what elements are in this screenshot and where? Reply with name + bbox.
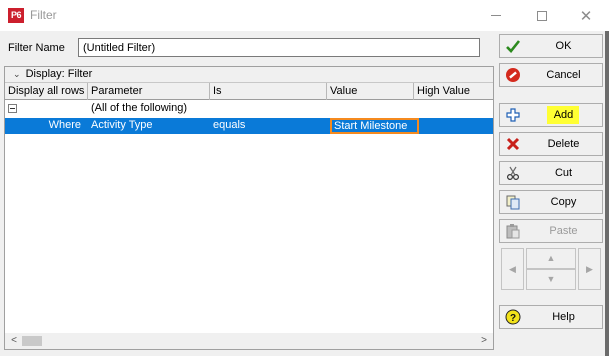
minimize-icon xyxy=(491,15,501,16)
cut-button[interactable]: Cut xyxy=(499,161,603,185)
move-navigation-pad: ◀ ▲ ▼ ▶ xyxy=(499,248,603,292)
ok-label: OK xyxy=(555,40,572,52)
svg-text:?: ? xyxy=(510,313,516,324)
row-parameter[interactable]: Activity Type xyxy=(88,118,210,134)
grid-header: Display all rows Parameter Is Value High… xyxy=(5,83,493,100)
plus-icon xyxy=(505,107,521,123)
copy-label: Copy xyxy=(550,196,577,208)
filter-grid: ⌄ Display: Filter Display all rows Param… xyxy=(4,66,494,350)
display-filter-bar[interactable]: ⌄ Display: Filter xyxy=(5,67,493,83)
add-button[interactable]: Add xyxy=(499,103,603,127)
move-up-icon[interactable]: ▲ xyxy=(526,248,576,269)
close-button[interactable]: ✕ xyxy=(563,0,609,31)
paste-button[interactable]: Paste xyxy=(499,219,603,243)
help-icon: ? xyxy=(505,309,521,325)
chevron-down-icon: ⌄ xyxy=(13,69,21,79)
paste-label: Paste xyxy=(549,225,578,237)
row-display: Where xyxy=(48,119,81,131)
copy-icon xyxy=(505,194,521,210)
paste-icon xyxy=(505,223,521,239)
maximize-icon xyxy=(537,10,547,21)
copy-button[interactable]: Copy xyxy=(499,190,603,214)
checkmark-icon xyxy=(505,38,521,54)
move-left-icon[interactable]: ◀ xyxy=(501,248,524,290)
scroll-thumb[interactable] xyxy=(22,336,42,346)
column-header-is[interactable]: Is xyxy=(210,83,327,100)
horizontal-scrollbar[interactable]: < > xyxy=(5,333,493,349)
row-value-field[interactable]: Start Milestone xyxy=(330,118,419,134)
cut-label: Cut xyxy=(554,167,573,179)
move-down-icon[interactable]: ▼ xyxy=(526,269,576,290)
ok-button[interactable]: OK xyxy=(499,34,603,58)
help-label: Help xyxy=(552,311,575,323)
close-icon: ✕ xyxy=(579,7,593,25)
delete-button[interactable]: Delete xyxy=(499,132,603,156)
collapse-icon[interactable] xyxy=(8,104,17,113)
display-filter-label: Display: Filter xyxy=(25,68,93,80)
table-row-selected[interactable]: Where Activity Type equals Start Milesto… xyxy=(5,118,493,134)
window-title: Filter xyxy=(30,8,57,22)
delete-label: Delete xyxy=(547,138,580,150)
column-header-display[interactable]: Display all rows xyxy=(5,83,88,100)
scroll-right-icon[interactable]: > xyxy=(477,334,491,348)
filter-name-label: Filter Name xyxy=(8,42,65,54)
help-button[interactable]: ? Help xyxy=(499,305,603,329)
title-bar: P6 Filter ✕ xyxy=(0,0,609,31)
window-edge xyxy=(605,31,609,356)
cancel-button[interactable]: Cancel xyxy=(499,63,603,87)
maximize-button[interactable] xyxy=(519,0,565,31)
cancel-label: Cancel xyxy=(546,69,581,81)
column-header-high-value[interactable]: High Value xyxy=(414,83,493,100)
row-parameter: (All of the following) xyxy=(91,102,187,114)
row-is[interactable]: equals xyxy=(210,118,327,134)
filter-name-input[interactable]: (Untitled Filter) xyxy=(78,38,480,57)
scroll-left-icon[interactable]: < xyxy=(7,334,21,348)
minimize-button[interactable] xyxy=(473,0,519,31)
cancel-icon xyxy=(505,67,521,83)
column-header-parameter[interactable]: Parameter xyxy=(88,83,210,100)
add-label: Add xyxy=(553,109,574,121)
delete-x-icon xyxy=(505,136,521,152)
scissors-icon xyxy=(505,165,521,181)
table-row[interactable]: (All of the following) xyxy=(5,101,493,117)
move-right-icon[interactable]: ▶ xyxy=(578,248,601,290)
p6-app-icon: P6 xyxy=(8,8,24,23)
column-header-value[interactable]: Value xyxy=(327,83,414,100)
